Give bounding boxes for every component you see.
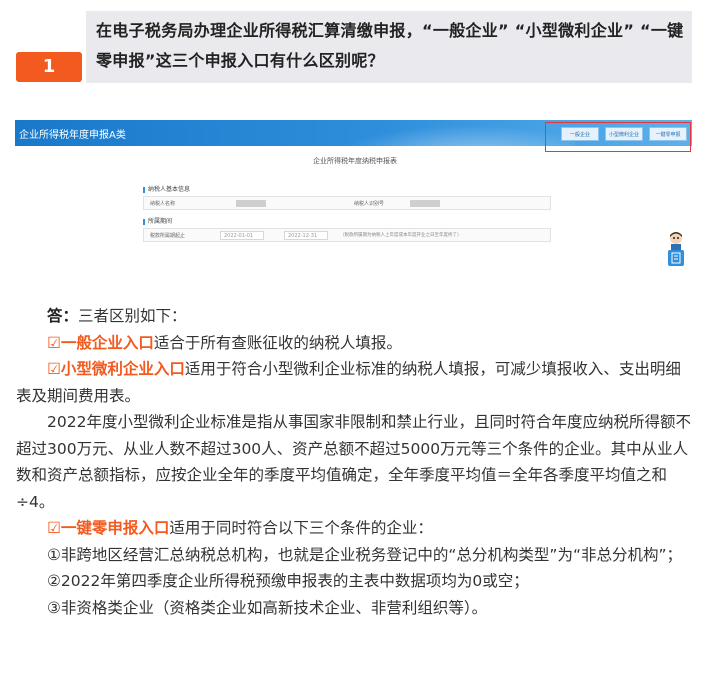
period-label: 税款所属期起止 [150,233,186,239]
general-enterprise-button[interactable]: 一般企业 [561,127,599,141]
period-start-input[interactable]: 2022-01-01 [220,231,264,240]
general-enterprise-paragraph: ☑一般企业入口适合于所有查账征收的纳税人填报。 [47,333,402,352]
zero-declaration-paragraph: ☑一键零申报入口适用于同时符合以下三个条件的企业： [47,519,433,537]
condition-1: ①非跨地区经营汇总纳税总机构，也就是企业税务登记中的“总分机构类型”为“非总分机… [47,545,683,564]
taxpayer-info-row: 纳税人名称 纳税人识别号 [143,196,551,210]
form-title: 企业所得税年度纳税申报表 [313,157,397,165]
period-end-input[interactable]: 2022-12-31 [284,231,328,240]
small-micro-enterprise-button[interactable]: 小型微利企业 [605,127,643,141]
zero-declaration-button[interactable]: 一键零申报 [649,127,687,141]
period-row: 税款所属期起止 2022-01-01 2022-12-31 （税款所属期为纳税人… [143,228,551,242]
embedded-screenshot: 企业所得税年度申报A类 一般企业 小型微利企业 一键零申报 企业所得税年度纳税申… [15,120,692,250]
answer-body: 答：三者区别如下： ☑一般企业入口适合于所有查账征收的纳税人填报。 ☑小型微利企… [16,303,692,621]
taxpayer-name-label: 纳税人名称 [150,201,176,207]
check-icon: ☑ [47,360,61,378]
taxpayer-id-label: 纳税人识别号 [354,201,385,207]
document-icon [671,252,681,264]
question-text: 在电子税务局办理企业所得税汇算清缴申报，“一般企业” “小型微利企业” “一键零… [96,21,684,70]
period-note: （税款所属期为纳税人上年度或本年度开业之日至年度终了） [340,233,462,238]
section-taxpayer-info: 纳税人基本信息 [143,184,551,193]
condition-2: ②2022年第四季度企业所得税预缴申报表的主表中数据项均为0或空； [47,572,529,590]
condition-3: ③非资格类企业（资格类企业如高新技术企业、非营利组织等）。 [47,598,488,617]
taxpayer-name-redacted [236,200,266,207]
check-icon: ☑ [47,333,61,352]
small-enterprise-paragraph: ☑小型微利企业入口适用于符合小型微利企业标准的纳税人填报，可减少填报收入、支出明… [16,360,681,405]
answer-intro: 答：三者区别如下： [47,307,187,325]
taxpayer-id-redacted [410,200,440,207]
side-document-button[interactable] [668,250,684,266]
question-number-badge: 1 [16,52,82,82]
small-enterprise-standard-paragraph: 2022年度小型微利企业标准是指从事国家非限制和禁止行业，且同时符合年度应纳税所… [16,413,691,511]
section-period: 所属期间 [143,216,551,225]
screenshot-banner-title: 企业所得税年度申报A类 [19,130,126,141]
check-icon: ☑ [47,519,61,537]
assistant-avatar-icon[interactable] [667,230,685,250]
